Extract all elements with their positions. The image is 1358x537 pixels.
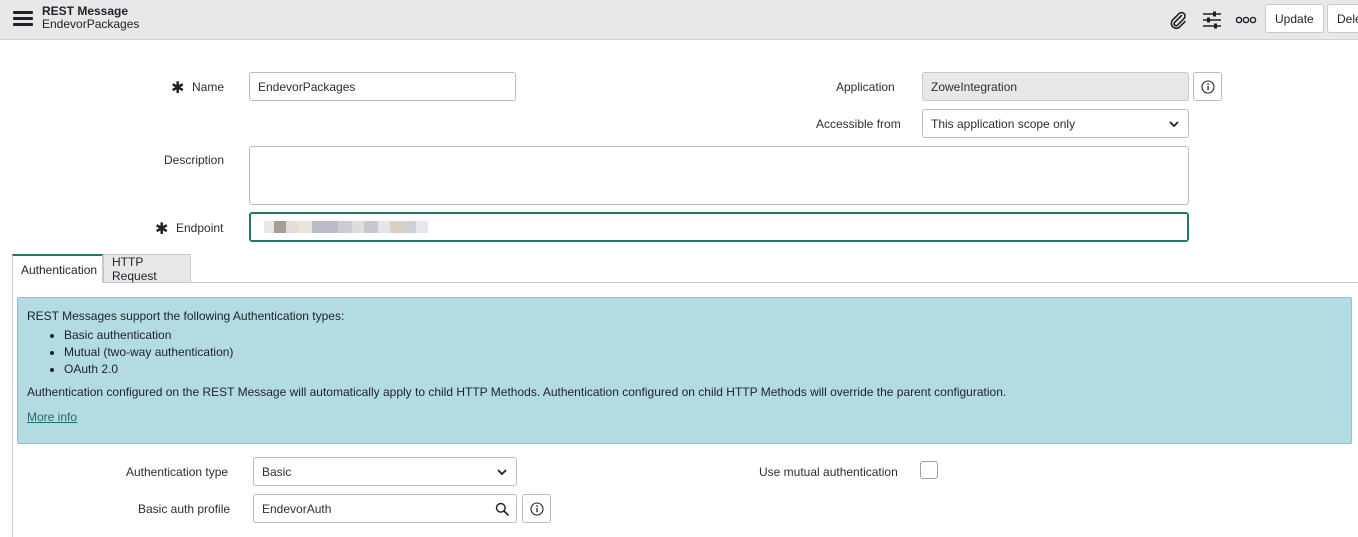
chevron-down-icon <box>1168 118 1180 133</box>
auth-type-label: Authentication type <box>126 465 229 479</box>
tab-authentication[interactable]: Authentication <box>12 254 103 283</box>
paperclip-icon[interactable] <box>1167 9 1189 31</box>
endpoint-redacted-value <box>264 221 428 233</box>
endpoint-input[interactable] <box>249 212 1189 242</box>
auth-type-item: Basic authentication <box>64 327 1342 344</box>
tab-panel-left-border <box>12 282 13 537</box>
name-required-icon: ✱ <box>171 80 185 97</box>
tab-http-request[interactable]: HTTP Request <box>103 254 191 283</box>
application-info-icon[interactable] <box>1193 72 1222 101</box>
auth-type-item: Mutual (two-way authentication) <box>64 344 1342 361</box>
auth-type-select[interactable]: Basic <box>253 457 517 486</box>
info-intro: REST Messages support the following Auth… <box>27 309 345 323</box>
personalize-sliders-icon[interactable] <box>1201 9 1223 31</box>
accessible-from-select[interactable]: This application scope only <box>922 109 1189 138</box>
accessible-from-value: This application scope only <box>931 116 1076 131</box>
chevron-down-icon <box>496 466 508 481</box>
record-type-title: REST Message <box>42 4 129 18</box>
mutual-auth-checkbox[interactable] <box>920 461 938 479</box>
basic-auth-profile-label: Basic auth profile <box>138 502 231 516</box>
name-input[interactable]: EndevorPackages <box>249 72 516 101</box>
description-textarea[interactable] <box>249 146 1189 205</box>
delete-button[interactable]: Dele <box>1327 4 1358 33</box>
auth-types-list: Basic authentication Mutual (two-way aut… <box>27 327 1342 378</box>
hamburger-menu-icon[interactable] <box>13 11 33 27</box>
name-label: Name <box>192 80 225 94</box>
record-name-subtitle: EndevorPackages <box>42 17 140 31</box>
auth-type-item: OAuth 2.0 <box>64 361 1342 378</box>
tab-strip-divider <box>12 282 1358 283</box>
auth-type-value: Basic <box>262 464 292 479</box>
accessible-from-label: Accessible from <box>816 117 901 131</box>
application-field: ZoweIntegration <box>922 72 1189 101</box>
update-button[interactable]: Update <box>1265 4 1324 33</box>
endpoint-label: Endpoint <box>176 221 224 235</box>
authentication-info-box: REST Messages support the following Auth… <box>17 297 1352 444</box>
more-info-link[interactable]: More info <box>27 410 77 424</box>
description-label: Description <box>164 153 225 167</box>
mutual-auth-label: Use mutual authentication <box>759 465 898 479</box>
form-header: REST Message EndevorPackages Update Dele <box>0 0 1358 40</box>
info-note: Authentication configured on the REST Me… <box>27 385 1007 399</box>
basic-auth-profile-input[interactable]: EndevorAuth <box>253 494 489 523</box>
more-options-icon[interactable] <box>1235 9 1257 31</box>
application-label: Application <box>836 80 895 94</box>
basic-auth-profile-info-icon[interactable] <box>522 494 551 523</box>
endpoint-required-icon: ✱ <box>155 221 169 238</box>
lookup-search-icon[interactable] <box>488 494 517 523</box>
